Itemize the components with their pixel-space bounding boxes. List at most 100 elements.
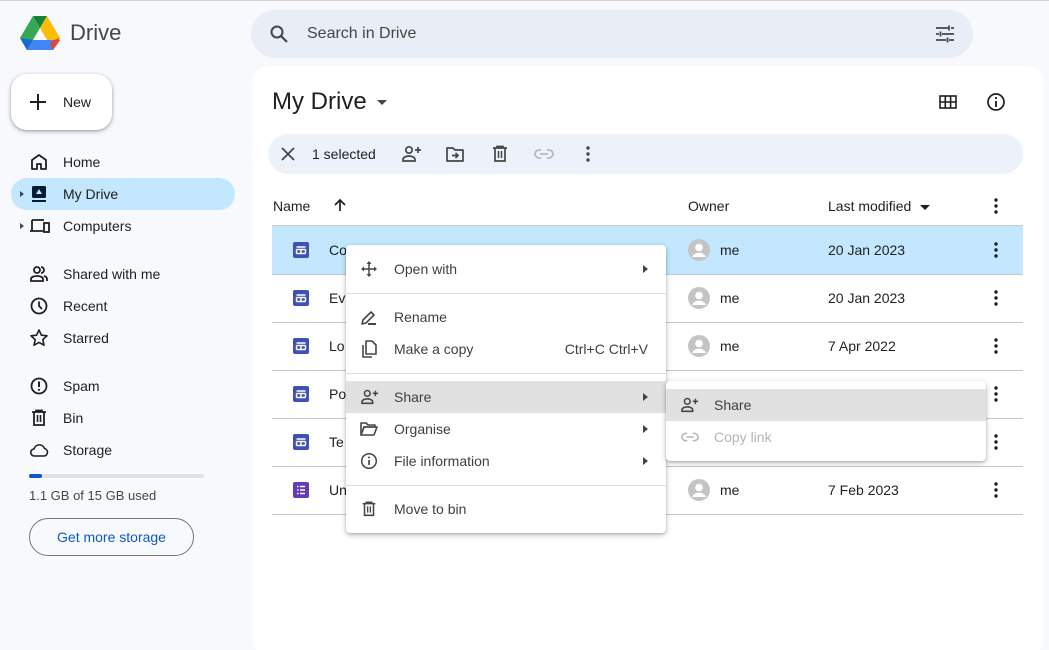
sidebar-item-home[interactable]: Home <box>11 146 235 178</box>
more-vert-icon[interactable] <box>986 384 1006 404</box>
file-last-modified: 20 Jan 2023 <box>828 242 906 258</box>
share-icon <box>681 397 699 413</box>
submenu-item-copy-link[interactable]: Copy link <box>666 421 986 453</box>
get-more-storage-button[interactable]: Get more storage <box>29 518 194 556</box>
avatar <box>688 335 710 357</box>
copy-icon <box>362 340 377 358</box>
app-title: Drive <box>70 20 122 45</box>
spam-icon <box>30 377 48 395</box>
selection-toolbar: 1 selected <box>268 134 1023 174</box>
menu-divider <box>346 373 666 374</box>
page-title-text: My Drive <box>272 88 367 115</box>
column-header-label: Last modified <box>828 198 912 214</box>
info-icon[interactable] <box>985 91 1007 113</box>
storage-used-text: 1.1 GB of 15 GB used <box>29 488 157 503</box>
menu-item-move-to-bin[interactable]: Move to bin <box>346 493 666 525</box>
clock-icon <box>30 297 48 315</box>
bin-icon[interactable] <box>490 144 510 164</box>
menu-item-label: Rename <box>394 309 447 325</box>
more-vert-icon[interactable] <box>986 336 1006 356</box>
page-title[interactable]: My Drive <box>272 88 387 116</box>
file-name: Po <box>329 386 347 402</box>
sort-ascending-icon[interactable] <box>332 197 348 213</box>
share-icon[interactable] <box>401 144 423 164</box>
sidebar-item-label: Home <box>63 154 101 170</box>
column-header-name[interactable]: Name <box>273 198 310 214</box>
avatar-person-icon <box>692 291 706 305</box>
form-sheet-icon <box>293 290 309 306</box>
link-icon <box>681 432 699 442</box>
submenu-item-share[interactable]: Share <box>666 389 986 421</box>
search-bar[interactable]: Search in Drive <box>251 10 973 58</box>
sidebar-item-shared-with-me[interactable]: Shared with me <box>11 258 235 290</box>
file-owner: me <box>720 482 740 498</box>
form-sheet-icon <box>293 242 309 258</box>
sidebar-item-recent[interactable]: Recent <box>11 290 235 322</box>
bin-icon <box>362 501 376 517</box>
star-icon <box>30 329 48 346</box>
expand-caret-icon[interactable] <box>20 191 24 197</box>
sidebar-item-label: Shared with me <box>63 266 161 282</box>
sidebar-item-my-drive[interactable]: My Drive <box>11 178 235 210</box>
column-header-last-modified[interactable]: Last modified <box>828 198 931 214</box>
avatar-person-icon <box>692 339 706 353</box>
search-icon[interactable] <box>269 24 289 44</box>
move-to-folder-icon[interactable] <box>445 144 465 164</box>
menu-divider <box>346 293 666 294</box>
selection-count: 1 selected <box>312 146 376 162</box>
menu-item-rename[interactable]: Rename <box>346 301 666 333</box>
context-menu: Open with Rename Make a copy Ctrl+C Ctrl… <box>346 245 666 533</box>
file-last-modified: 7 Feb 2023 <box>828 482 899 498</box>
submenu-arrow-icon <box>643 425 648 433</box>
file-name: Ev <box>329 290 346 306</box>
avatar <box>688 287 710 309</box>
dropdown-arrow-icon <box>376 99 387 105</box>
avatar <box>688 239 710 261</box>
file-name: Un <box>329 482 347 498</box>
column-header-owner[interactable]: Owner <box>688 198 729 214</box>
folder-icon <box>360 422 378 436</box>
menu-item-file-information[interactable]: File information <box>346 445 666 477</box>
more-vert-icon[interactable] <box>986 480 1006 500</box>
file-owner: me <box>720 290 740 306</box>
menu-item-label: Make a copy <box>394 341 474 357</box>
more-vert-icon[interactable] <box>986 240 1006 260</box>
menu-item-label: Share <box>394 389 432 405</box>
menu-item-organise[interactable]: Organise <box>346 413 666 445</box>
search-options-icon[interactable] <box>935 24 955 44</box>
file-last-modified: 7 Apr 2022 <box>828 338 896 354</box>
more-vert-icon[interactable] <box>986 196 1006 216</box>
bin-icon <box>32 409 46 426</box>
menu-item-share[interactable]: Share <box>346 381 666 413</box>
menu-item-label: Move to bin <box>394 501 467 517</box>
share-icon <box>361 389 379 405</box>
sidebar-item-computers[interactable]: Computers <box>11 210 235 242</box>
file-name: Co <box>329 242 347 258</box>
move-icon <box>361 261 377 277</box>
sidebar-item-storage[interactable]: Storage <box>11 434 235 466</box>
sidebar-item-label: Starred <box>63 330 109 346</box>
sidebar-item-spam[interactable]: Spam <box>11 370 235 402</box>
file-owner: me <box>720 242 740 258</box>
new-button[interactable]: New <box>11 74 112 130</box>
sidebar-item-bin[interactable]: Bin <box>11 402 235 434</box>
cloud-icon <box>29 444 49 457</box>
menu-item-make-a-copy[interactable]: Make a copy Ctrl+C Ctrl+V <box>346 333 666 365</box>
file-name: Lo <box>329 338 345 354</box>
more-vert-icon[interactable] <box>578 144 598 164</box>
close-icon[interactable] <box>279 145 297 163</box>
more-vert-icon[interactable] <box>986 288 1006 308</box>
drive-logo[interactable]: Drive <box>20 15 121 51</box>
more-vert-icon[interactable] <box>986 432 1006 452</box>
expand-caret-icon[interactable] <box>20 223 24 229</box>
menu-item-open-with[interactable]: Open with <box>346 253 666 285</box>
share-submenu: Share Copy link <box>666 381 986 461</box>
menu-item-label: Share <box>714 397 752 413</box>
search-input[interactable]: Search in Drive <box>307 25 416 43</box>
sidebar-item-starred[interactable]: Starred <box>11 322 235 354</box>
sidebar-item-label: Computers <box>63 218 132 234</box>
menu-item-shortcut: Ctrl+C Ctrl+V <box>564 341 648 357</box>
menu-divider <box>346 485 666 486</box>
link-icon[interactable] <box>533 144 555 164</box>
grid-view-icon[interactable] <box>938 92 958 112</box>
